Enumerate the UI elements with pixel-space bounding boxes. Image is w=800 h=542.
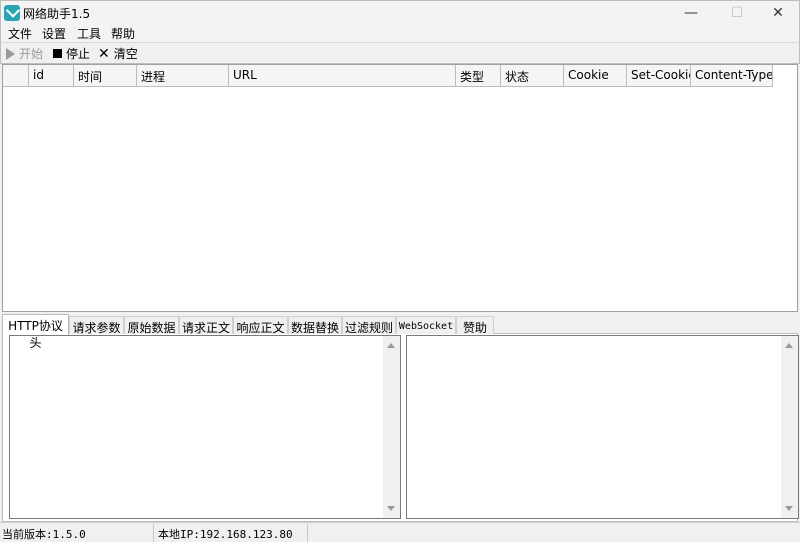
start-label: 开始 — [19, 47, 44, 61]
menu-settings[interactable]: 设置 — [42, 25, 66, 42]
column-header-id[interactable]: id — [29, 65, 74, 87]
tab-websocket[interactable]: WebSocket — [396, 316, 456, 335]
x-icon: ✕ — [98, 45, 110, 62]
close-button[interactable]: ✕ — [755, 1, 800, 25]
status-bar: 当前版本:1.5.0 本地IP:192.168.123.80 — [0, 522, 800, 542]
toolbar: 开始 停止 ✕ 清空 — [0, 42, 800, 64]
scroll-down-icon[interactable] — [785, 506, 793, 511]
tab-request-params[interactable]: 请求参数 — [69, 316, 124, 335]
column-header-process[interactable]: 进程 — [137, 65, 229, 87]
version-status: 当前版本:1.5.0 — [0, 524, 154, 542]
menu-help[interactable]: 帮助 — [111, 25, 135, 42]
vertical-scrollbar[interactable] — [383, 336, 400, 518]
menu-file[interactable]: 文件 — [8, 25, 32, 42]
column-header-select[interactable] — [3, 65, 29, 87]
scroll-up-icon[interactable] — [785, 343, 793, 348]
local-ip-status: 本地IP:192.168.123.80 — [156, 524, 308, 542]
tab-sponsor[interactable]: 赞助 — [456, 316, 494, 335]
clear-button[interactable]: ✕ 清空 — [98, 45, 138, 62]
maximize-button[interactable]: ☐ — [714, 1, 760, 25]
menu-tools[interactable]: 工具 — [77, 25, 101, 42]
title-bar: 网络助手1.5 — ☐ ✕ — [0, 0, 800, 24]
request-text-panel[interactable] — [9, 335, 401, 519]
tab-http-headers[interactable]: HTTP协议头 — [2, 314, 69, 350]
column-header-cookie[interactable]: Cookie — [564, 65, 627, 87]
vertical-scrollbar[interactable] — [781, 336, 798, 518]
response-text-panel[interactable] — [406, 335, 799, 519]
column-header-url[interactable]: URL — [229, 65, 456, 87]
minimize-button[interactable]: — — [668, 1, 714, 25]
request-table[interactable]: id 时间 进程 URL 类型 状态 Cookie Set-Cookie Con… — [2, 64, 798, 312]
tab-request-body[interactable]: 请求正文 — [179, 316, 233, 335]
stop-square-icon — [53, 49, 62, 58]
stop-button[interactable]: 停止 — [53, 45, 90, 62]
window-title: 网络助手1.5 — [23, 7, 91, 21]
tab-raw-data[interactable]: 原始数据 — [124, 316, 179, 335]
column-header-set-cookie[interactable]: Set-Cookie — [627, 65, 691, 87]
column-header-time[interactable]: 时间 — [74, 65, 137, 87]
clear-label: 清空 — [113, 47, 138, 61]
stop-label: 停止 — [66, 47, 91, 61]
start-button[interactable]: 开始 — [6, 45, 43, 62]
column-header-type[interactable]: 类型 — [456, 65, 501, 87]
tab-data-replace[interactable]: 数据替换 — [288, 316, 342, 335]
scroll-down-icon[interactable] — [387, 506, 395, 511]
tab-response-body[interactable]: 响应正文 — [233, 316, 288, 335]
app-check-icon — [4, 5, 20, 21]
detail-tabs: HTTP协议头 请求参数 原始数据 请求正文 响应正文 数据替换 过滤规则 We… — [2, 314, 798, 350]
scroll-up-icon[interactable] — [387, 343, 395, 348]
tab-content — [2, 334, 799, 522]
play-icon — [6, 47, 15, 60]
tab-filter-rules[interactable]: 过滤规则 — [342, 316, 396, 335]
menu-bar: 文件 设置 工具 帮助 — [0, 24, 800, 42]
column-header-status[interactable]: 状态 — [501, 65, 564, 87]
column-header-content-type[interactable]: Content-Type — [691, 65, 773, 87]
